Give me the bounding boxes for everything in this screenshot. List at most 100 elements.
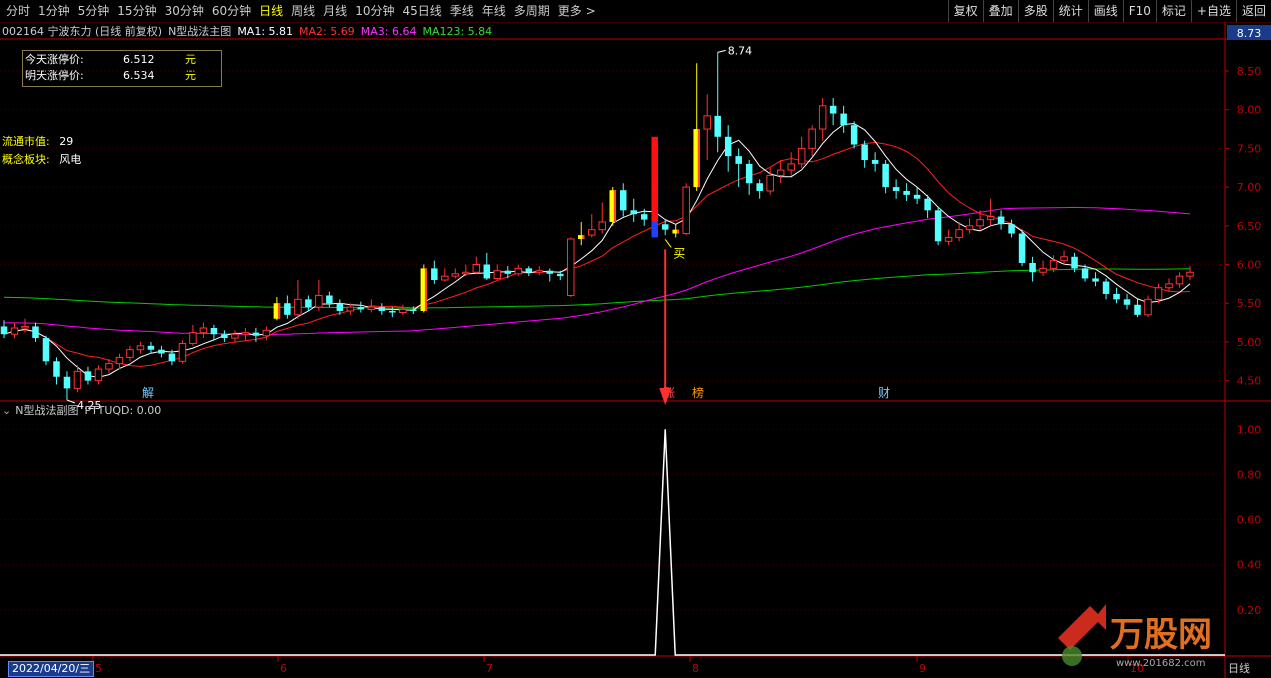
body-90 (944, 236, 953, 242)
body-20 (210, 328, 218, 335)
candle-2 (21, 318, 29, 333)
candle-38 (399, 304, 407, 315)
body-16 (168, 353, 176, 362)
candle-21 (221, 330, 228, 342)
body-2 (21, 325, 29, 329)
candle-20 (210, 324, 218, 341)
candle-93 (976, 210, 984, 230)
ytick-main-8: 8.50 (1237, 65, 1262, 78)
ytick-main-6: 7.50 (1237, 142, 1262, 155)
candle-66 (693, 63, 700, 191)
candle-89 (934, 206, 942, 246)
candle-28 (294, 280, 302, 319)
subchart-header: ⌄ N型战法副图 PTTUQD: 0.00 (2, 402, 161, 418)
body-79 (829, 105, 837, 114)
body-19 (199, 327, 208, 334)
body-98 (1029, 262, 1036, 273)
candle-106 (1113, 287, 1120, 304)
body-91 (955, 229, 963, 238)
candle-94 (986, 198, 995, 226)
candle-82 (861, 140, 868, 168)
candle-19 (199, 322, 208, 339)
body-93 (976, 219, 984, 227)
body-72 (756, 183, 763, 191)
candle-99 (1039, 260, 1047, 277)
body-44 (462, 271, 470, 275)
candle-6 (63, 371, 71, 400)
ytick-sub-2: 0.60 (1237, 514, 1262, 527)
annotations: 8.744.25买解涨榜财 (66, 44, 890, 412)
candle-42 (441, 268, 449, 282)
subchart-value: PTTUQD: 0.00 (84, 403, 162, 417)
candle-81 (850, 121, 858, 149)
chevron-down-icon[interactable]: ⌄ (2, 404, 11, 417)
cursor-date: 2022/04/20/三 (8, 661, 95, 677)
candle-65 (682, 183, 690, 236)
body-10 (105, 363, 113, 370)
body-edge-26 (277, 303, 281, 319)
candlestick-chart[interactable]: 8.744.25买解涨榜财 4.505.005.506.006.507.007.… (0, 0, 1271, 678)
candle-15 (158, 345, 165, 358)
candle-60 (630, 198, 637, 222)
body-36 (378, 307, 386, 311)
candle-104 (1092, 272, 1099, 287)
body-51 (535, 270, 544, 273)
xtick-3: 8 (692, 662, 699, 675)
body-65 (682, 186, 690, 235)
highlight-blue-bar (651, 221, 658, 238)
body-103 (1081, 268, 1089, 279)
body-85 (892, 187, 900, 191)
wangu-logo: 万股网 www.201682.com (1058, 604, 1212, 669)
ytick-sub-3: 0.80 (1237, 468, 1262, 481)
body-49 (514, 267, 523, 275)
body-9 (94, 368, 103, 382)
ytick-main-0: 4.50 (1237, 375, 1262, 388)
event-label-0: 解 (142, 386, 154, 400)
candle-45 (472, 256, 481, 274)
subchart-title[interactable]: N型战法副图 (15, 402, 78, 418)
body-43 (451, 273, 460, 277)
candle-80 (840, 105, 847, 133)
body-13 (136, 345, 145, 351)
candle-12 (126, 345, 134, 362)
body-61 (640, 214, 648, 220)
candle-72 (756, 179, 763, 199)
body-110 (1154, 287, 1163, 300)
body-76 (797, 147, 806, 165)
body-31 (326, 295, 333, 304)
body-42 (441, 275, 449, 281)
body-46 (483, 264, 491, 279)
body-74 (776, 169, 785, 176)
body-17 (178, 342, 187, 362)
body-78 (818, 105, 827, 130)
candle-48 (504, 266, 512, 279)
body-57 (598, 221, 607, 231)
candle-77 (808, 125, 816, 157)
candle-79 (829, 98, 837, 126)
candle-49 (514, 264, 523, 277)
candle-74 (776, 160, 785, 184)
candle-57 (598, 202, 607, 234)
candle-50 (525, 266, 533, 277)
ytick-main-2: 5.50 (1237, 297, 1262, 310)
body-59 (619, 190, 627, 211)
body-5 (53, 361, 60, 377)
body-25 (262, 329, 271, 337)
high-label: 8.74 (728, 44, 753, 57)
body-80 (840, 113, 847, 126)
candle-68 (714, 52, 721, 153)
candle-109 (1144, 295, 1152, 318)
candle-86 (903, 183, 910, 202)
body-38 (399, 308, 407, 314)
candle-92 (965, 218, 974, 234)
body-15 (158, 349, 165, 354)
body-22 (231, 333, 239, 339)
body-32 (336, 303, 344, 311)
highlight-red-bar (651, 136, 658, 222)
candle-58 (609, 187, 616, 226)
body-23 (241, 332, 250, 335)
body-39 (410, 309, 417, 311)
body-6 (63, 376, 71, 389)
logo-url: www.201682.com (1116, 658, 1206, 669)
body-70 (735, 156, 742, 164)
